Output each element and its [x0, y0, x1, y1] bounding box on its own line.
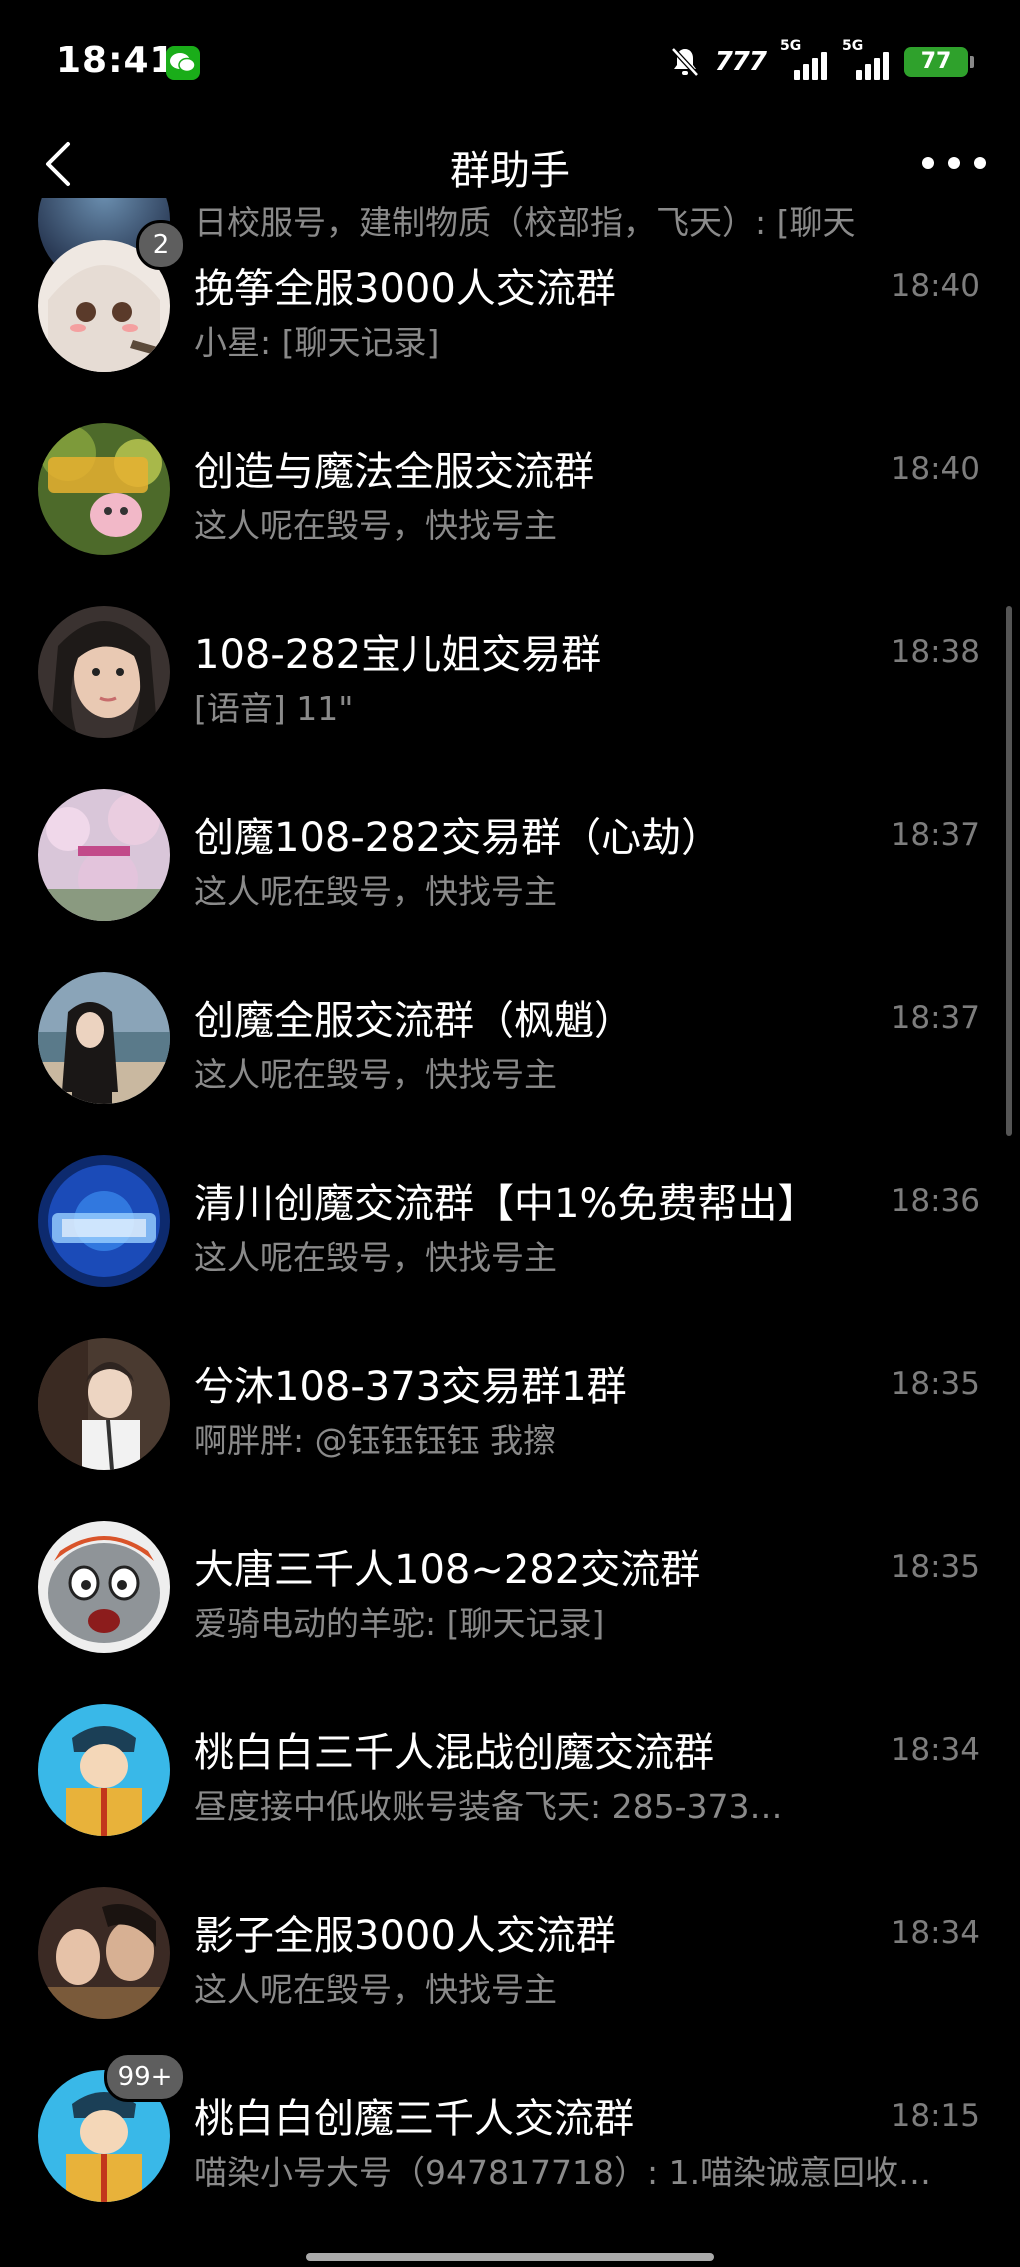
chat-name: 挽筝全服3000人交流群 [194, 266, 616, 312]
avatar [38, 1521, 170, 1653]
chat-time: 18:38 [890, 634, 980, 670]
chat-list: 日校服号，建制物质（校部指，飞天）: [聊天 2 挽筝全服3000人交流群 小星… [0, 198, 1020, 2267]
avatar [38, 1704, 170, 1836]
list-item[interactable]: 桃白白三千人混战创魔交流群 昼度接中低收账号装备飞天: 285-373… 18:… [0, 1662, 1020, 1845]
chat-name: 桃白白三千人混战创魔交流群 [194, 1730, 714, 1776]
wechat-notification-icon [166, 46, 200, 80]
network-label-1: 5G [780, 38, 802, 54]
chat-preview: 小星: [聊天记录] [194, 323, 440, 362]
chat-name: 108-282宝儿姐交易群 [194, 632, 602, 678]
list-item[interactable]: 创魔全服交流群（枫魈） 这人呢在毁号，快找号主 18:37 [0, 930, 1020, 1113]
chat-preview: [语音] 11" [194, 689, 354, 728]
chat-preview: 这人呢在毁号，快找号主 [194, 506, 557, 545]
avatar [38, 972, 170, 1104]
list-item[interactable]: 99+ 桃白白创魔三千人交流群 喵染小号大号（947817718）: 1.喵染诚… [0, 2028, 1020, 2211]
chat-time: 18:40 [890, 268, 980, 304]
chat-time: 18:15 [890, 2098, 980, 2134]
scrollbar[interactable] [1006, 606, 1012, 1136]
chat-preview: 爱骑电动的羊驼: [聊天记录] [194, 1604, 605, 1643]
unread-badge: 99+ [104, 2052, 186, 2102]
list-item[interactable]: 108-282宝儿姐交易群 [语音] 11" 18:38 [0, 564, 1020, 747]
chat-time: 18:37 [890, 1000, 980, 1036]
avatar [38, 606, 170, 738]
list-item[interactable]: 影子全服3000人交流群 这人呢在毁号，快找号主 18:34 [0, 1845, 1020, 2028]
chat-name: 创造与魔法全服交流群 [194, 449, 594, 495]
chat-preview: 这人呢在毁号，快找号主 [194, 872, 557, 911]
signal-icon-2: 5G [842, 38, 890, 80]
chat-time: 18:35 [890, 1549, 980, 1585]
chat-name: 创魔全服交流群（枫魈） [194, 998, 634, 1044]
chat-preview: 这人呢在毁号，快找号主 [194, 1055, 557, 1094]
chat-preview: 啊胖胖: @钰钰钰钰 我擦 [194, 1421, 557, 1460]
chat-name: 创魔108-282交易群（心劫） [194, 815, 722, 861]
chat-preview: 这人呢在毁号，快找号主 [194, 1970, 557, 2009]
nav-bar: 群助手 [0, 126, 1020, 198]
chat-preview: 昼度接中低收账号装备飞天: 285-373… [194, 1787, 783, 1826]
chat-name: 清川创魔交流群【中1%免费帮出】 [194, 1181, 818, 1227]
chat-time: 18:34 [890, 1732, 980, 1768]
chat-time: 18:40 [890, 451, 980, 487]
battery-indicator: 77 [904, 47, 974, 77]
page-title: 群助手 [450, 148, 570, 194]
hd-indicator: 777 [714, 47, 767, 77]
home-indicator[interactable] [306, 2253, 714, 2261]
list-item[interactable]: 大唐三千人108~282交流群 爱骑电动的羊驼: [聊天记录] 18:35 [0, 1479, 1020, 1662]
chat-time: 18:35 [890, 1366, 980, 1402]
chat-time: 18:36 [890, 1183, 980, 1219]
list-item[interactable]: 创魔108-282交易群（心劫） 这人呢在毁号，快找号主 18:37 [0, 747, 1020, 930]
chat-name: 影子全服3000人交流群 [194, 1913, 616, 1959]
avatar [38, 1887, 170, 2019]
list-item[interactable]: 兮沐108-373交易群1群 啊胖胖: @钰钰钰钰 我擦 18:35 [0, 1296, 1020, 1479]
unread-badge: 2 [136, 220, 186, 270]
list-item[interactable]: 清川创魔交流群【中1%免费帮出】 这人呢在毁号，快找号主 18:36 [0, 1113, 1020, 1296]
list-item[interactable]: 创造与魔法全服交流群 这人呢在毁号，快找号主 18:40 [0, 381, 1020, 564]
avatar [38, 789, 170, 921]
signal-icon-1: 5G [780, 38, 828, 80]
chat-name: 桃白白创魔三千人交流群 [194, 2096, 634, 2142]
chat-time: 18:34 [890, 1915, 980, 1951]
status-time: 18:41 [56, 40, 176, 81]
more-options-icon[interactable] [922, 148, 986, 178]
network-label-2: 5G [842, 38, 864, 54]
mute-bell-icon [670, 47, 699, 77]
avatar [38, 1338, 170, 1470]
chat-preview: 这人呢在毁号，快找号主 [194, 1238, 557, 1277]
avatar [38, 1155, 170, 1287]
status-icons: 777 5G 5G 77 [669, 38, 974, 82]
chat-name: 兮沐108-373交易群1群 [194, 1364, 627, 1410]
chat-name: 大唐三千人108~282交流群 [194, 1547, 701, 1593]
chat-time: 18:37 [890, 817, 980, 853]
chat-preview: 喵染小号大号（947817718）: 1.喵染诚意回收… [194, 2153, 932, 2192]
avatar [38, 423, 170, 555]
list-item[interactable]: 2 挽筝全服3000人交流群 小星: [聊天记录] 18:40 [0, 198, 1020, 381]
status-bar: 18:41 777 5G 5G 77 [0, 0, 1020, 126]
